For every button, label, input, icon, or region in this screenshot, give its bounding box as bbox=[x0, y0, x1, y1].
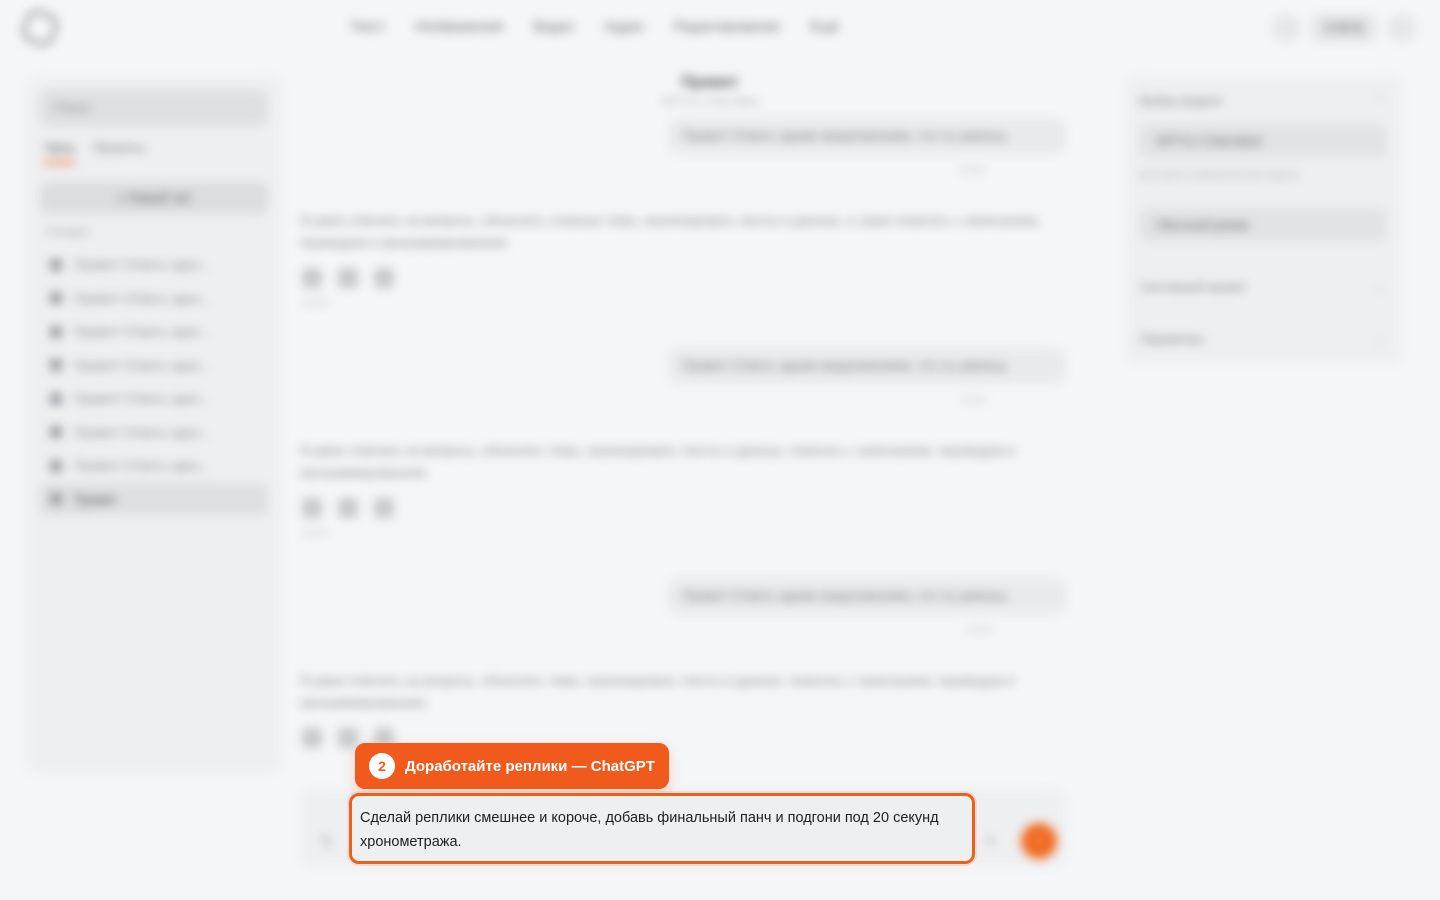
chat-list-item[interactable]: Привет! Ответь одно... bbox=[40, 248, 268, 282]
sidebar: Поиск Чаты Проекты + Новый чат Сегодня П… bbox=[26, 76, 282, 774]
chat-icon bbox=[50, 493, 62, 506]
nav-item-video[interactable]: Видео bbox=[533, 18, 574, 34]
logo-icon[interactable] bbox=[19, 7, 61, 49]
model-hint: Быстрая и универсальная модель bbox=[1140, 170, 1299, 181]
message-time: 12:01 bbox=[302, 528, 328, 539]
user-message: Привет! Ответь одним предложением, что т… bbox=[668, 118, 1066, 154]
retry-icon[interactable] bbox=[338, 268, 358, 288]
chat-icon bbox=[50, 392, 62, 405]
chevron-down-icon[interactable]: ⌄ bbox=[1374, 332, 1384, 346]
chat-list: Привет! Ответь одно... Привет! Ответь од… bbox=[40, 248, 268, 516]
chat-title: Привет bbox=[681, 74, 739, 91]
user-message: Привет! Ответь одним предложением, что т… bbox=[668, 578, 1066, 614]
nav-item-more[interactable]: Ещё bbox=[810, 18, 839, 34]
tab-projects[interactable]: Проекты bbox=[93, 140, 145, 164]
nav-item-images[interactable]: Изображения bbox=[415, 18, 503, 34]
chat-list-item[interactable]: Привет! Ответь одно... bbox=[40, 282, 268, 316]
message-input[interactable]: Сделай реплики смешнее и короче, добавь … bbox=[349, 793, 975, 864]
main-nav: Текст Изображения Видео Аудио Редактиров… bbox=[350, 18, 839, 34]
tab-chats[interactable]: Чаты bbox=[44, 140, 75, 164]
copy-icon[interactable] bbox=[302, 498, 322, 518]
chat-list-item-label: Привет! Ответь одно... bbox=[74, 357, 211, 373]
step-number: 2 bbox=[369, 753, 395, 779]
chat-icon bbox=[50, 292, 62, 305]
assistant-message: Я умею отвечать на вопросы, объяснять сл… bbox=[300, 213, 1041, 250]
settings-panel: Выбор модели ⌃ GPT-5.1 Chat latest Быстр… bbox=[1126, 76, 1402, 364]
chat-list-item-label: Привет! Ответь одно... bbox=[74, 290, 211, 306]
share-icon[interactable] bbox=[374, 268, 394, 288]
message-actions bbox=[302, 268, 394, 288]
message-time: 12:02 bbox=[966, 625, 992, 636]
message-time: 12:00 bbox=[960, 165, 986, 176]
chat-list-item-label: Привет! Ответь одно... bbox=[74, 391, 211, 407]
sidebar-search-input[interactable]: Поиск bbox=[40, 90, 268, 126]
top-right-controls: 0.00 $ bbox=[1271, 14, 1416, 42]
balance-badge[interactable]: 0.00 $ bbox=[1311, 14, 1376, 42]
chat-icon bbox=[50, 459, 62, 472]
model-select[interactable]: GPT-5.1 Chat latest bbox=[1140, 124, 1386, 158]
message-time: 12:01 bbox=[962, 395, 988, 406]
chat-list-item[interactable]: Привет! Ответь одно... bbox=[40, 449, 268, 483]
nav-item-editing[interactable]: Редактирование bbox=[674, 18, 781, 34]
chevron-down-icon[interactable]: ⌄ bbox=[1374, 280, 1384, 294]
message-time: 12:00 bbox=[302, 298, 328, 309]
retry-icon[interactable] bbox=[338, 498, 358, 518]
share-icon[interactable] bbox=[374, 498, 394, 518]
background-app: Текст Изображения Видео Аудио Редактиров… bbox=[0, 0, 1440, 900]
sidebar-section-label: Сегодня bbox=[46, 226, 89, 238]
chat-model-label: GPT-5.1 Chat latest bbox=[661, 96, 759, 108]
mic-icon[interactable]: ● bbox=[986, 832, 994, 848]
new-chat-button[interactable]: + Новый чат bbox=[40, 182, 268, 214]
chat-list-item[interactable]: Привет! Ответь одно... bbox=[40, 416, 268, 450]
user-message: Привет! Ответь одним предложением, что т… bbox=[668, 348, 1066, 384]
theme-icon[interactable] bbox=[1271, 14, 1300, 42]
attach-icon[interactable]: ✎ bbox=[320, 832, 333, 852]
chat-list-item[interactable]: Привет! Ответь одно... bbox=[40, 382, 268, 416]
message-actions bbox=[302, 498, 394, 518]
chat-header: Привет GPT-5.1 Chat latest bbox=[600, 74, 820, 108]
step-tooltip-text: Доработайте реплики — ChatGPT bbox=[405, 757, 655, 775]
profile-icon[interactable] bbox=[1388, 14, 1416, 42]
assistant-message: Я умею отвечать на вопросы, объяснять те… bbox=[300, 443, 1015, 480]
chat-list-item-label: Привет! Ответь одно... bbox=[74, 324, 211, 340]
chat-icon bbox=[50, 359, 62, 372]
send-button[interactable]: ↑ bbox=[1021, 823, 1057, 859]
nav-item-audio[interactable]: Аудио bbox=[604, 18, 644, 34]
mode-select[interactable]: Обычный режим bbox=[1140, 208, 1386, 242]
chat-list-item-label: Привет! Ответь одно... bbox=[74, 424, 211, 440]
copy-icon[interactable] bbox=[302, 268, 322, 288]
chat-list-item-label: Привет bbox=[74, 491, 118, 507]
system-prompt-toggle[interactable]: Системный промпт bbox=[1140, 280, 1247, 294]
chevron-up-icon[interactable]: ⌃ bbox=[1374, 94, 1384, 108]
step-tooltip: 2 Доработайте реплики — ChatGPT bbox=[355, 743, 669, 789]
assistant-message: Я умею отвечать на вопросы, объяснять те… bbox=[300, 673, 1015, 710]
nav-item-text[interactable]: Текст bbox=[350, 18, 385, 34]
chat-icon bbox=[50, 325, 62, 338]
chat-list-item-label: Привет! Ответь одно... bbox=[74, 458, 211, 474]
chat-list-item[interactable]: Привет! Ответь одно... bbox=[40, 315, 268, 349]
copy-icon[interactable] bbox=[302, 728, 322, 748]
retry-icon[interactable] bbox=[338, 728, 358, 748]
chat-list-item-active[interactable]: Привет bbox=[40, 482, 268, 516]
model-section-label: Выбор модели bbox=[1140, 94, 1222, 108]
sidebar-tabs: Чаты Проекты bbox=[44, 140, 145, 164]
chat-icon bbox=[50, 258, 62, 271]
top-bar: Текст Изображения Видео Аудио Редактиров… bbox=[0, 0, 1440, 56]
chat-icon bbox=[50, 426, 62, 439]
params-toggle[interactable]: Параметры bbox=[1140, 332, 1204, 346]
chat-list-item-label: Привет! Ответь одно... bbox=[74, 257, 211, 273]
chat-list-item[interactable]: Привет! Ответь одно... bbox=[40, 349, 268, 383]
